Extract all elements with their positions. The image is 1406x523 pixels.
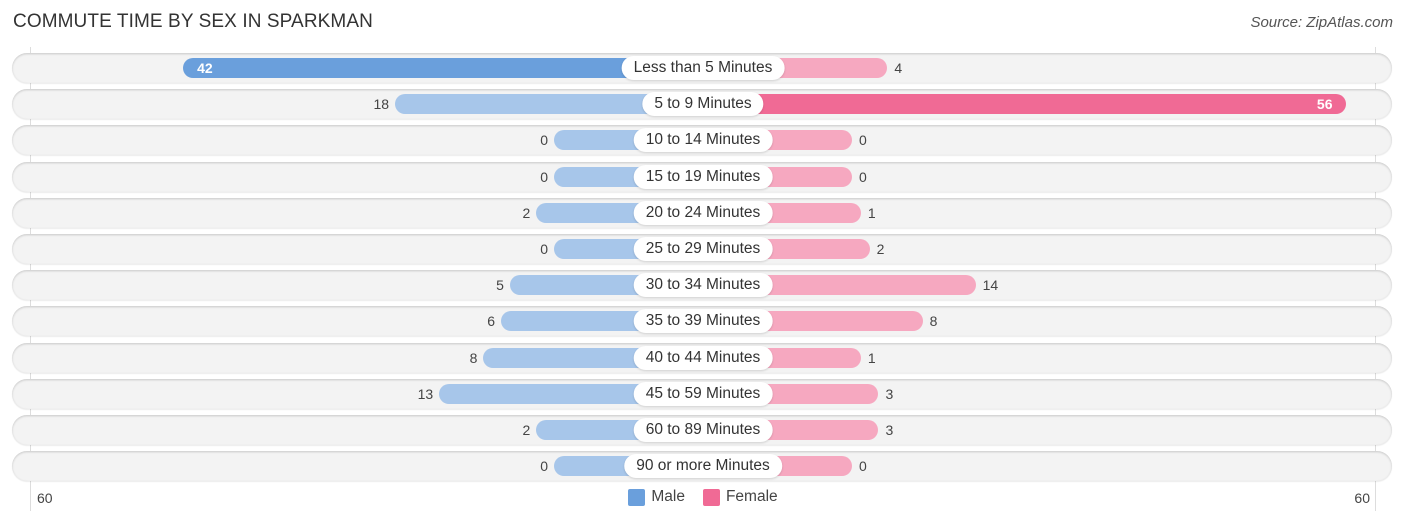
value-label-male: 0	[540, 169, 548, 185]
value-label-male: 2	[522, 205, 531, 221]
value-label-female: 1	[867, 350, 876, 366]
category-label: 5 to 9 Minutes	[642, 92, 764, 116]
value-label-female: 3	[885, 422, 894, 438]
category-label: 20 to 24 Minutes	[633, 201, 773, 225]
value-label-male: 13	[417, 386, 434, 402]
category-label: 35 to 39 Minutes	[633, 309, 773, 333]
category-label: 45 to 59 Minutes	[633, 382, 773, 406]
value-label-female: 0	[859, 169, 867, 185]
legend: Male Female	[0, 488, 1406, 506]
value-label-male: 42	[197, 60, 213, 76]
category-label: 90 or more Minutes	[624, 454, 782, 478]
category-label: 25 to 29 Minutes	[633, 237, 773, 261]
legend-swatch-female	[702, 488, 720, 506]
category-label: 10 to 14 Minutes	[633, 128, 773, 152]
chart-title: COMMUTE TIME BY SEX IN SPARKMAN	[13, 11, 373, 32]
category-label: 30 to 34 Minutes	[633, 273, 773, 297]
value-label-male: 2	[522, 422, 531, 438]
value-label-female: 14	[982, 277, 999, 293]
value-label-female: 0	[859, 132, 867, 148]
value-label-male: 0	[540, 458, 548, 474]
value-label-male: 8	[469, 350, 478, 366]
legend-item-female[interactable]: Female	[702, 488, 778, 506]
value-label-male: 0	[540, 241, 548, 257]
value-label-male: 0	[540, 132, 548, 148]
value-label-female: 4	[894, 60, 903, 76]
legend-item-male[interactable]: Male	[628, 488, 685, 506]
value-label-male: 18	[373, 96, 390, 112]
legend-label-male: Male	[651, 488, 685, 505]
category-label: Less than 5 Minutes	[621, 56, 785, 80]
value-label-male: 5	[496, 277, 504, 293]
category-label: 40 to 44 Minutes	[633, 346, 773, 370]
value-label-female: 8	[929, 313, 938, 329]
legend-swatch-male	[628, 488, 646, 506]
value-label-male: 6	[487, 313, 496, 329]
category-label: 15 to 19 Minutes	[633, 165, 773, 189]
value-label-female: 0	[859, 458, 867, 474]
bar-female[interactable]	[703, 94, 1347, 114]
legend-label-female: Female	[725, 488, 778, 505]
value-label-female: 2	[876, 241, 885, 257]
value-label-female: 56	[1316, 96, 1333, 112]
value-label-female: 1	[867, 205, 876, 221]
category-label: 60 to 89 Minutes	[633, 418, 773, 442]
source-label: Source: ZipAtlas.com	[1250, 14, 1393, 31]
value-label-female: 3	[885, 386, 894, 402]
